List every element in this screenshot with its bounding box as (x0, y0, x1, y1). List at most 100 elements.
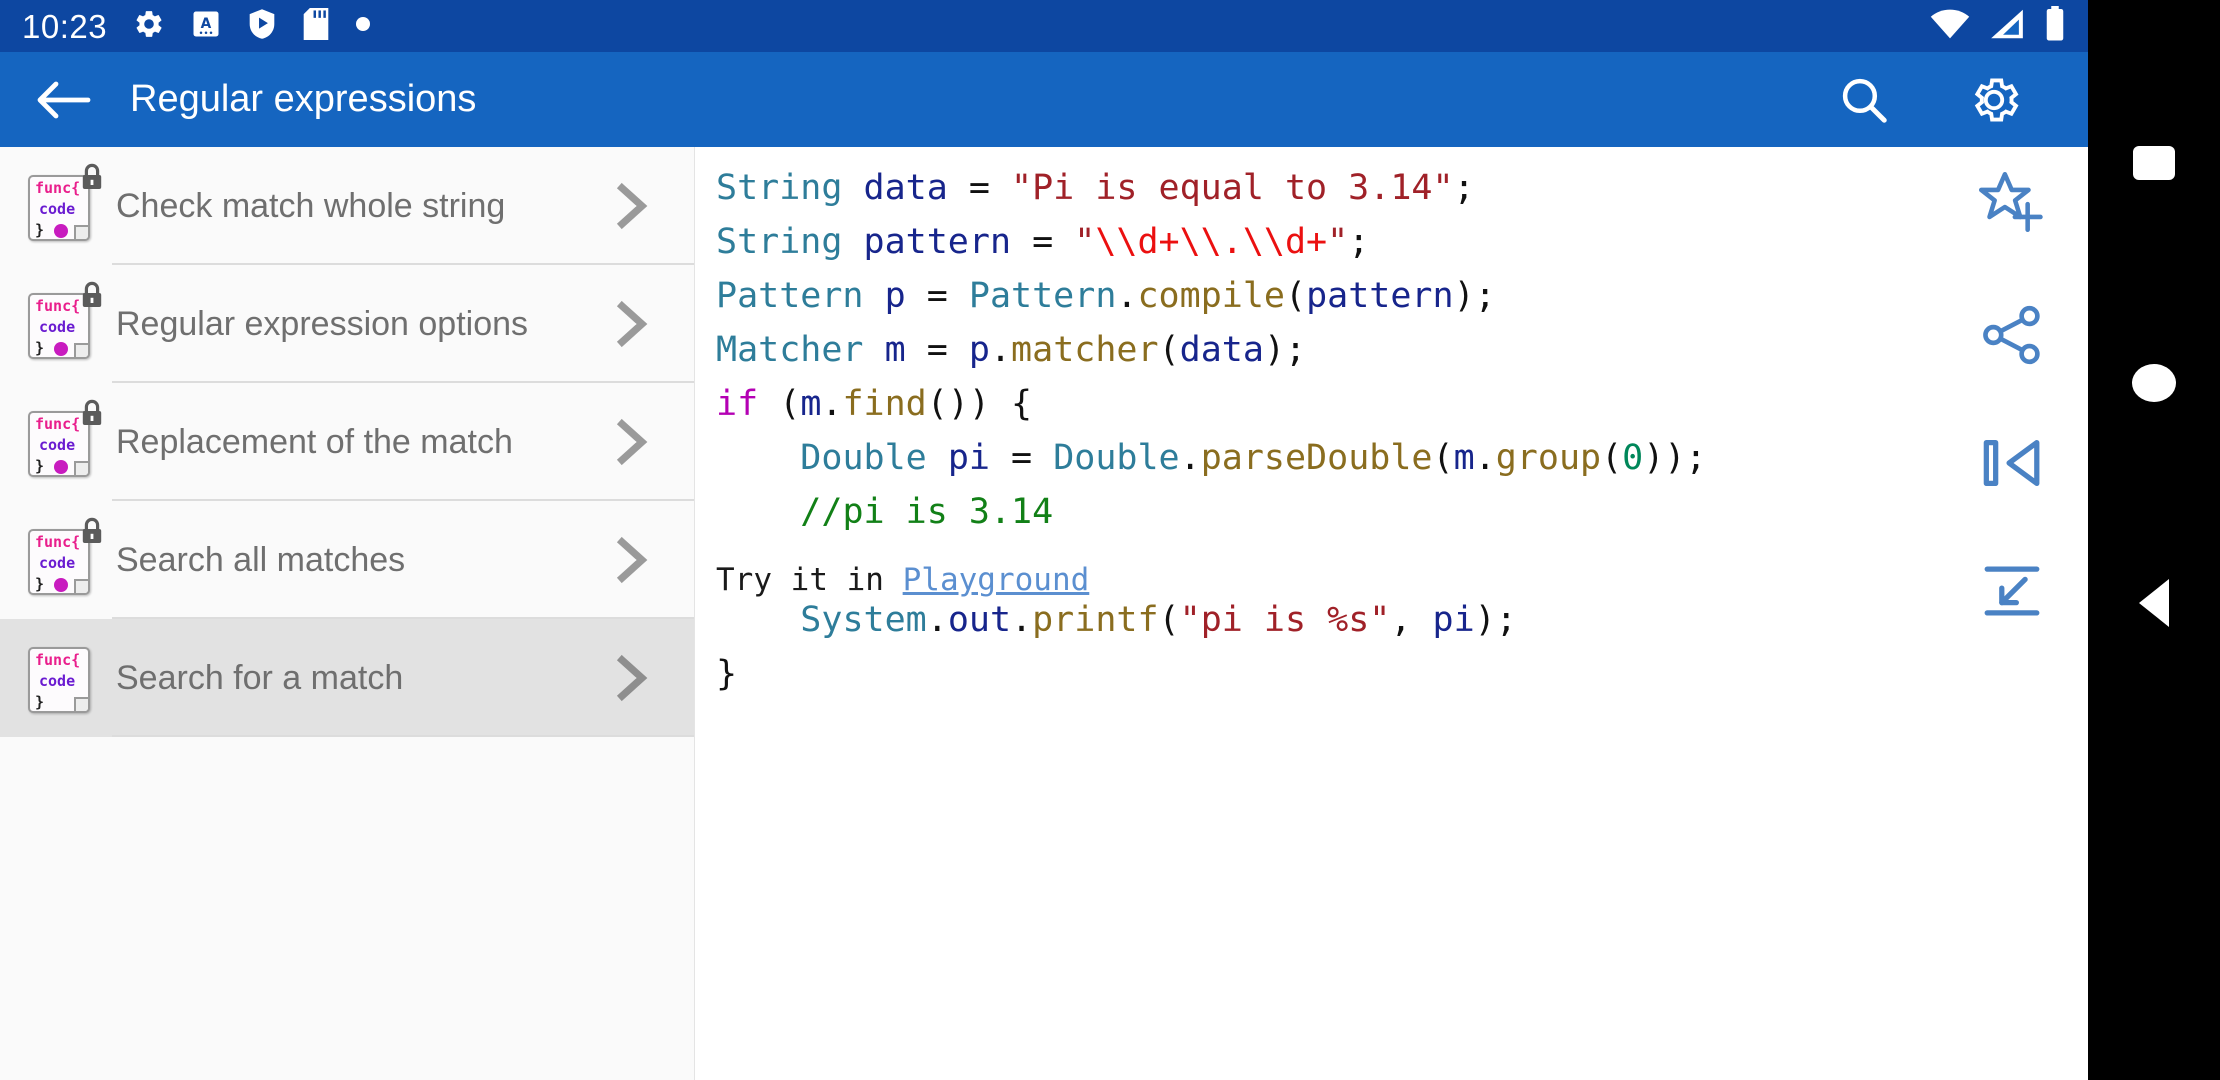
code-icon-dot (54, 460, 68, 474)
list-item[interactable]: func{ code } Search all matches (0, 501, 694, 619)
code-icon-dot (54, 342, 68, 356)
code-line: Pattern p = Pattern.compile(pattern); (716, 269, 1908, 323)
code-token: ( (1158, 600, 1180, 640)
battery-icon (2044, 5, 2066, 47)
chevron-right-icon (598, 416, 668, 468)
skip-to-start-icon[interactable] (1962, 413, 2062, 513)
code-icon-line1: func{ (35, 179, 81, 197)
wifi-icon (1930, 8, 1970, 45)
code-token: Double (800, 438, 927, 478)
status-bar: 10:23 A (0, 0, 2088, 52)
list-item[interactable]: func{ code } Check match whole string (0, 147, 694, 265)
code-icon-corner-fold (74, 697, 88, 711)
code-icon-line3: } (35, 693, 45, 711)
code-line: //pi is 3.14 (716, 485, 1908, 539)
code-icon-line3: } (35, 221, 45, 239)
code-token: 0 (1622, 438, 1644, 478)
code-token: String (716, 222, 843, 262)
recents-button[interactable] (2088, 125, 2220, 200)
signal-icon (1988, 8, 2026, 45)
code-token: ; (1348, 222, 1370, 262)
code-icon-line3: } (35, 457, 45, 475)
code-token: p (884, 276, 906, 316)
code-block: String data = "Pi is equal to 3.14"; Stri… (716, 161, 1908, 701)
list-item-label: Replacement of the match (116, 422, 513, 461)
status-bar-notification-icons: A (133, 7, 371, 45)
chevron-right-icon (598, 298, 668, 350)
settings-button[interactable] (1958, 64, 2030, 136)
code-token: . (1011, 600, 1033, 640)
list-item[interactable]: func{ code } Replacement of the match (0, 383, 694, 501)
code-token: "pi is %s" (1179, 600, 1391, 640)
code-token: m (1453, 438, 1475, 478)
list-item-label: Search for a match (116, 658, 404, 697)
code-token: . (1179, 438, 1201, 478)
code-token: . (1474, 438, 1496, 478)
back-nav-button[interactable] (2088, 565, 2220, 640)
code-token: ); (1453, 276, 1496, 316)
chevron-right-icon (598, 534, 668, 586)
content-area: func{ code } Check match whole string fu… (0, 147, 2088, 1080)
search-button[interactable] (1828, 64, 1900, 136)
code-icon-corner-fold (74, 225, 88, 239)
list-item-selected[interactable]: func{ code } Search for a match (0, 619, 694, 737)
lock-icon (80, 399, 104, 432)
code-icon-line1: func{ (35, 533, 81, 551)
code-token: matcher (1011, 330, 1159, 370)
code-token: } (716, 654, 738, 694)
code-icon-dot (54, 224, 68, 238)
code-token: find (842, 384, 927, 424)
dot-icon (355, 16, 371, 37)
code-token: "Pi is equal to 3.14" (1011, 168, 1454, 208)
code-token: printf (1032, 600, 1159, 640)
code-token: \\d+\\.\\d+ (1095, 222, 1328, 262)
code-token: ); (1263, 330, 1307, 370)
code-token: . (821, 384, 843, 424)
home-button[interactable] (2088, 345, 2220, 420)
code-action-rail (1952, 157, 2072, 641)
code-token: ( (1158, 330, 1180, 370)
add-to-favorites-icon[interactable] (1962, 157, 2062, 257)
share-icon[interactable] (1962, 285, 2062, 385)
back-triangle-icon (2139, 578, 2169, 627)
code-token: out (947, 600, 1012, 640)
code-snippet-icon: func{ code } (18, 281, 104, 367)
sd-card-icon (303, 7, 329, 45)
playground-hint: Try it in Playground (716, 562, 1089, 598)
status-bar-system-icons (1930, 5, 2066, 47)
gear-icon (133, 8, 165, 45)
code-token: Pattern (716, 276, 864, 316)
playground-prefix: Try it in (716, 562, 903, 598)
code-token: p (968, 330, 990, 370)
screen-root: 10:23 A Regular expressions func{code}… (0, 0, 2220, 1080)
code-token: pi (947, 438, 990, 478)
code-token: data (863, 168, 948, 208)
code-token: pattern (1306, 276, 1454, 316)
code-token: group (1495, 438, 1602, 478)
code-icon-dot (54, 578, 68, 592)
list-item[interactable]: func{ code } Regular expression options (0, 265, 694, 383)
topic-list-sidebar[interactable]: func{ code } Check match whole string fu… (0, 147, 695, 1080)
app-bar-actions (1828, 64, 2064, 136)
back-button[interactable] (24, 60, 104, 140)
wrap-text-icon[interactable] (1962, 541, 2062, 641)
code-token: m (800, 384, 822, 424)
code-token: compile (1137, 276, 1285, 316)
code-token: = (905, 330, 969, 370)
code-token: String (716, 168, 843, 208)
list-item-label: Check match whole string (116, 186, 506, 225)
code-line: if (m.find()) { (716, 377, 1908, 431)
code-icon-corner-fold (74, 579, 88, 593)
code-token: , (1390, 600, 1433, 640)
code-icon-corner-fold (74, 461, 88, 475)
code-icon-line2: code (39, 554, 76, 572)
code-token: ( (1285, 276, 1307, 316)
code-token: . (1116, 276, 1138, 316)
phone-surface: 10:23 A Regular expressions func{code}… (0, 0, 2088, 1080)
playground-link[interactable]: Playground (903, 562, 1090, 598)
page-title: Regular expressions (130, 78, 477, 120)
